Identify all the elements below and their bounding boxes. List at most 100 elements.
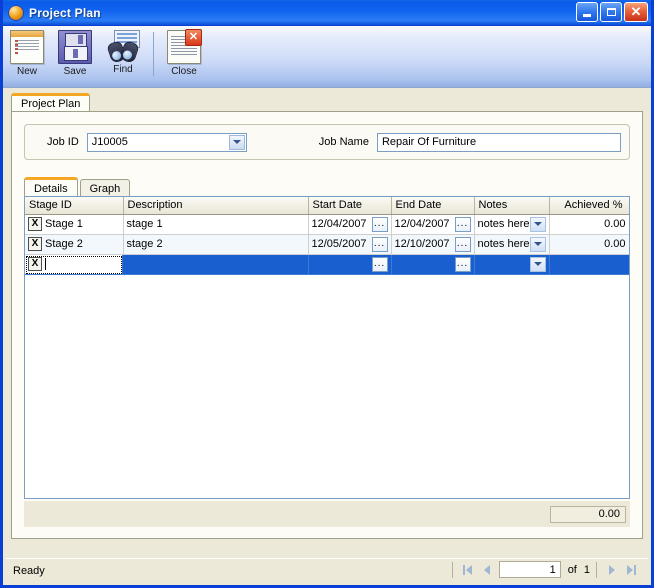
chevron-down-icon[interactable] — [228, 134, 245, 150]
status-message: Ready — [13, 564, 45, 577]
grid-empty-space — [25, 274, 629, 495]
tab-graph-label: Graph — [89, 182, 121, 195]
window-controls: ✕ — [576, 2, 648, 22]
chevron-down-icon[interactable] — [529, 256, 546, 272]
cell-description[interactable]: stage 2 — [123, 234, 309, 255]
grid-empty-area — [25, 274, 629, 495]
floppy-disk-save-icon — [58, 30, 92, 64]
toolbar-label-save: Save — [63, 66, 87, 77]
cell-stage-id-value: Stage 1 — [45, 218, 83, 230]
chevron-down-icon[interactable] — [529, 236, 546, 252]
first-record-icon — [462, 564, 465, 575]
window-title: Project Plan — [29, 5, 101, 20]
delete-row-icon[interactable]: X — [28, 237, 42, 251]
next-record-icon — [608, 564, 615, 575]
column-header-achieved[interactable]: Achieved % — [549, 197, 629, 215]
tab-project-plan[interactable]: Project Plan — [11, 93, 91, 112]
page-number-input[interactable]: 1 — [498, 561, 561, 578]
application-window: Project Plan ✕ New Save Find ✕ Close Pro… — [0, 0, 654, 588]
new-document-icon — [10, 30, 44, 64]
tab-project-plan-label: Project Plan — [21, 98, 81, 110]
last-record-icon — [634, 564, 636, 575]
tab-graph[interactable]: Graph — [79, 179, 131, 197]
column-header-notes[interactable]: Notes — [474, 197, 550, 215]
column-header-description[interactable]: Description — [123, 197, 309, 215]
cell-notes[interactable] — [474, 254, 550, 275]
cell-stage-id-value: Stage 2 — [45, 238, 83, 250]
cell-description[interactable]: stage 1 — [123, 214, 309, 235]
record-navigator: 1 of 1 — [449, 561, 640, 578]
next-record-button[interactable] — [603, 561, 620, 578]
achieved-total: 0.00 — [550, 505, 626, 523]
table-row[interactable]: X ... ... — [25, 254, 629, 275]
cell-start-date-value: 12/04/2007 — [311, 218, 367, 230]
cell-notes[interactable]: notes here — [474, 214, 550, 235]
cell-notes-value: notes here — [477, 218, 530, 230]
stages-grid[interactable]: Stage ID Description Start Date End Date… — [24, 196, 630, 499]
previous-record-button[interactable] — [479, 561, 496, 578]
cell-start-date[interactable]: 12/04/2007 ... — [308, 214, 392, 235]
delete-row-icon[interactable]: X — [28, 217, 42, 231]
job-id-combobox[interactable]: J10005 — [86, 132, 247, 152]
last-record-button[interactable] — [623, 561, 640, 578]
minimize-icon — [583, 13, 591, 17]
date-picker-icon[interactable]: ... — [371, 236, 388, 252]
toolbar-label-new: New — [16, 66, 37, 77]
maximize-icon — [606, 8, 616, 16]
first-record-button[interactable] — [459, 561, 476, 578]
cell-description[interactable] — [123, 254, 309, 275]
toolbar-button-find[interactable]: Find — [99, 30, 147, 75]
column-header-start-date[interactable]: Start Date — [308, 197, 392, 215]
page-count: 1 — [583, 563, 590, 576]
grid-footer: 0.00 — [24, 501, 630, 527]
job-header-group: Job ID J10005 Job Name Repair Of Furnitu… — [24, 124, 630, 160]
inner-tab-strip: Details Graph — [24, 176, 131, 197]
cell-end-date[interactable]: 12/10/2007 ... — [391, 234, 475, 255]
date-picker-icon[interactable]: ... — [454, 216, 471, 232]
cell-notes-value: notes here — [477, 238, 530, 250]
date-picker-icon[interactable]: ... — [371, 216, 388, 232]
cell-end-date[interactable]: 12/04/2007 ... — [391, 214, 475, 235]
maximize-button[interactable] — [600, 2, 622, 22]
column-header-stage-id[interactable]: Stage ID — [25, 197, 124, 215]
toolbar-button-new[interactable]: New — [3, 30, 51, 77]
status-bar: Ready 1 of 1 — [6, 558, 648, 582]
minimize-button[interactable] — [576, 2, 598, 22]
tab-details[interactable]: Details — [24, 177, 78, 197]
toolbar-button-close[interactable]: ✕ Close — [160, 29, 208, 77]
cell-stage-id[interactable]: X Stage 1 — [25, 214, 124, 235]
chevron-down-icon[interactable] — [529, 216, 546, 232]
date-picker-icon[interactable]: ... — [371, 256, 388, 272]
cell-achieved[interactable]: 0.00 — [549, 214, 629, 235]
project-plan-panel: Job ID J10005 Job Name Repair Of Furnitu… — [11, 111, 643, 539]
tab-details-label: Details — [34, 182, 68, 195]
stages-table: Stage ID Description Start Date End Date… — [25, 197, 629, 495]
toolbar: New Save Find ✕ Close — [3, 26, 651, 88]
job-name-label: Job Name — [318, 136, 369, 148]
job-name-input[interactable]: Repair Of Furniture — [376, 132, 621, 152]
cell-start-date[interactable]: ... — [308, 254, 392, 275]
of-label: of — [567, 563, 577, 576]
title-bar: Project Plan ✕ — [3, 0, 651, 26]
date-picker-icon[interactable]: ... — [454, 236, 471, 252]
column-header-end-date[interactable]: End Date — [391, 197, 475, 215]
table-row[interactable]: X Stage 2 stage 2 12/05/2007 ... 12/10/2… — [25, 234, 629, 255]
cell-achieved[interactable] — [549, 254, 629, 275]
close-icon: ✕ — [630, 4, 642, 19]
cell-start-date[interactable]: 12/05/2007 ... — [308, 234, 392, 255]
cell-end-date[interactable]: ... — [391, 254, 475, 275]
close-button[interactable]: ✕ — [624, 2, 648, 22]
table-header-row: Stage ID Description Start Date End Date… — [25, 197, 629, 215]
toolbar-button-save[interactable]: Save — [51, 30, 99, 77]
date-picker-icon[interactable]: ... — [454, 256, 471, 272]
binoculars-find-icon — [106, 30, 140, 64]
cell-stage-id[interactable]: X — [25, 254, 123, 275]
close-window-icon: ✕ — [167, 29, 202, 64]
job-name-value: Repair Of Furniture — [381, 136, 477, 148]
cell-achieved[interactable]: 0.00 — [549, 234, 629, 255]
delete-row-icon[interactable]: X — [28, 257, 42, 271]
table-row[interactable]: X Stage 1 stage 1 12/04/2007 ... 12/04/2… — [25, 214, 629, 235]
cell-stage-id[interactable]: X Stage 2 — [25, 234, 124, 255]
cell-notes[interactable]: notes here — [474, 234, 550, 255]
cell-end-date-value: 12/10/2007 — [394, 238, 450, 250]
